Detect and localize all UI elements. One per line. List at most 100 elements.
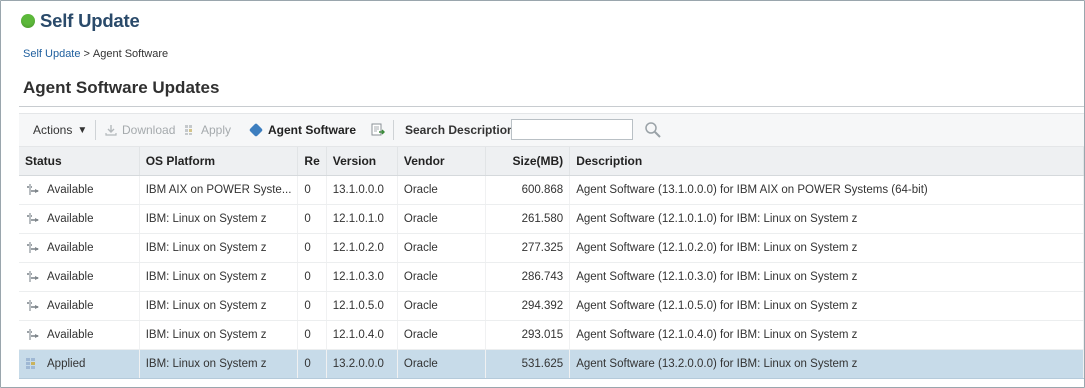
breadcrumb-current: Agent Software: [92, 48, 169, 60]
status-text: Available: [47, 329, 94, 341]
column-header-os-platform[interactable]: OS Platform: [139, 147, 299, 176]
version-cell: 12.1.0.5.0: [326, 291, 398, 321]
size-cell: 293.015: [485, 320, 571, 350]
revision-cell: 0: [297, 320, 327, 350]
description-cell: Agent Software (12.1.0.4.0) for IBM: Lin…: [569, 320, 1084, 350]
page-header: Self Update: [21, 9, 140, 33]
download-button[interactable]: Download: [105, 114, 175, 146]
os-platform-cell: IBM: Linux on System z: [139, 320, 299, 350]
vendor-cell: Oracle: [397, 349, 486, 379]
revision-cell: 0: [297, 204, 327, 234]
breadcrumb: Self Update > Agent Software: [23, 48, 168, 60]
column-header-revision[interactable]: Re: [297, 147, 327, 176]
version-cell: 13.2.0.0.0: [326, 349, 398, 379]
size-cell: 286.743: [485, 262, 571, 292]
version-cell: 13.1.0.0.0: [326, 175, 398, 205]
table-header-row: Status OS Platform Re Version Vendor Siz…: [19, 147, 1084, 176]
status-indicator-icon: [21, 14, 35, 28]
os-platform-cell: IBM AIX on POWER Syste...: [139, 175, 299, 205]
table-row[interactable]: Available IBM: Linux on System z 0 12.1.0.2…: [19, 233, 1084, 263]
search-icon[interactable]: [643, 120, 663, 140]
os-platform-cell: IBM: Linux on System z: [139, 349, 299, 379]
os-platform-cell: IBM: Linux on System z: [139, 262, 299, 292]
available-status-icon: [25, 241, 41, 255]
column-header-size[interactable]: Size(MB): [485, 147, 571, 176]
available-status-icon: [25, 270, 41, 284]
revision-cell: 0: [297, 262, 327, 292]
version-cell: 12.1.0.2.0: [326, 233, 398, 263]
version-cell: 12.1.0.3.0: [326, 262, 398, 292]
status-cell: Available: [19, 233, 140, 263]
table-row[interactable]: Applied IBM: Linux on System z 0 13.2.0.0.0…: [19, 349, 1084, 379]
available-status-icon: [25, 328, 41, 342]
table-row[interactable]: Available IBM: Linux on System z 0 12.1.0.4…: [19, 320, 1084, 350]
os-platform-cell: IBM: Linux on System z: [139, 291, 299, 321]
applied-status-icon: [25, 357, 41, 371]
revision-cell: 0: [297, 233, 327, 263]
page-title: Self Update: [40, 10, 140, 31]
version-cell: 12.1.0.1.0: [326, 204, 398, 234]
status-text: Applied: [47, 358, 86, 370]
apply-icon: [184, 124, 196, 136]
column-header-vendor[interactable]: Vendor: [397, 147, 486, 176]
os-platform-cell: IBM: Linux on System z: [139, 233, 299, 263]
status-text: Available: [47, 184, 94, 196]
size-cell: 531.625: [485, 349, 571, 379]
description-cell: Agent Software (12.1.0.1.0) for IBM: Lin…: [569, 204, 1084, 234]
breadcrumb-separator: >: [83, 48, 90, 60]
vendor-cell: Oracle: [397, 233, 486, 263]
table-row[interactable]: Available IBM: Linux on System z 0 12.1.0.5…: [19, 291, 1084, 321]
vendor-cell: Oracle: [397, 204, 486, 234]
table-row[interactable]: Available IBM: Linux on System z 0 12.1.0.1…: [19, 204, 1084, 234]
size-cell: 294.392: [485, 291, 571, 321]
revision-cell: 0: [297, 175, 327, 205]
status-cell: Available: [19, 291, 140, 321]
toolbar: Actions ▼ Download Apply Agent Software: [19, 113, 1084, 147]
description-cell: Agent Software (13.1.0.0.0) for IBM AIX …: [569, 175, 1084, 205]
actions-label: Actions: [33, 123, 73, 137]
description-cell: Agent Software (13.2.0.0.0) for IBM: Lin…: [569, 349, 1084, 379]
status-cell: Available: [19, 262, 140, 292]
description-cell: Agent Software (12.1.0.2.0) for IBM: Lin…: [569, 233, 1084, 263]
vendor-cell: Oracle: [397, 320, 486, 350]
table-row[interactable]: Available IBM AIX on POWER Syste... 0 13.1.…: [19, 175, 1084, 205]
size-cell: 261.580: [485, 204, 571, 234]
table-row[interactable]: Available IBM: Linux on System z 0 12.1.0.3…: [19, 262, 1084, 292]
size-cell: 600.868: [485, 175, 571, 205]
export-icon: [371, 123, 385, 137]
available-status-icon: [25, 212, 41, 226]
vendor-cell: Oracle: [397, 175, 486, 205]
download-icon: [105, 124, 117, 136]
size-cell: 277.325: [485, 233, 571, 263]
actions-menu-button[interactable]: Actions ▼: [33, 114, 87, 146]
breadcrumb-self-update-link[interactable]: Self Update: [23, 48, 80, 60]
status-text: Available: [47, 271, 94, 283]
agent-software-icon: [248, 122, 264, 138]
version-cell: 12.1.0.4.0: [326, 320, 398, 350]
status-cell: Available: [19, 175, 140, 205]
section-divider: [19, 106, 1084, 107]
section-title: Agent Software Updates: [23, 78, 220, 97]
download-label: Download: [122, 123, 176, 137]
agent-software-label: Agent Software: [268, 123, 357, 137]
search-description-label: Search Description: [405, 123, 515, 137]
toolbar-separator: [393, 120, 394, 140]
export-button[interactable]: [371, 114, 390, 146]
available-status-icon: [25, 299, 41, 313]
column-header-version[interactable]: Version: [326, 147, 398, 176]
status-text: Available: [47, 242, 94, 254]
available-status-icon: [25, 183, 41, 197]
status-text: Available: [47, 213, 94, 225]
agent-software-button[interactable]: Agent Software: [248, 114, 357, 146]
revision-cell: 0: [297, 349, 327, 379]
apply-label: Apply: [201, 123, 232, 137]
search-description-input[interactable]: [511, 119, 633, 140]
apply-button[interactable]: Apply: [184, 114, 231, 146]
description-cell: Agent Software (12.1.0.5.0) for IBM: Lin…: [569, 291, 1084, 321]
column-header-status[interactable]: Status: [19, 147, 140, 176]
status-cell: Applied: [19, 349, 140, 379]
agent-software-table: Status OS Platform Re Version Vendor Siz…: [19, 147, 1084, 379]
column-header-description[interactable]: Description: [569, 147, 1084, 176]
status-text: Available: [47, 300, 94, 312]
vendor-cell: Oracle: [397, 262, 486, 292]
